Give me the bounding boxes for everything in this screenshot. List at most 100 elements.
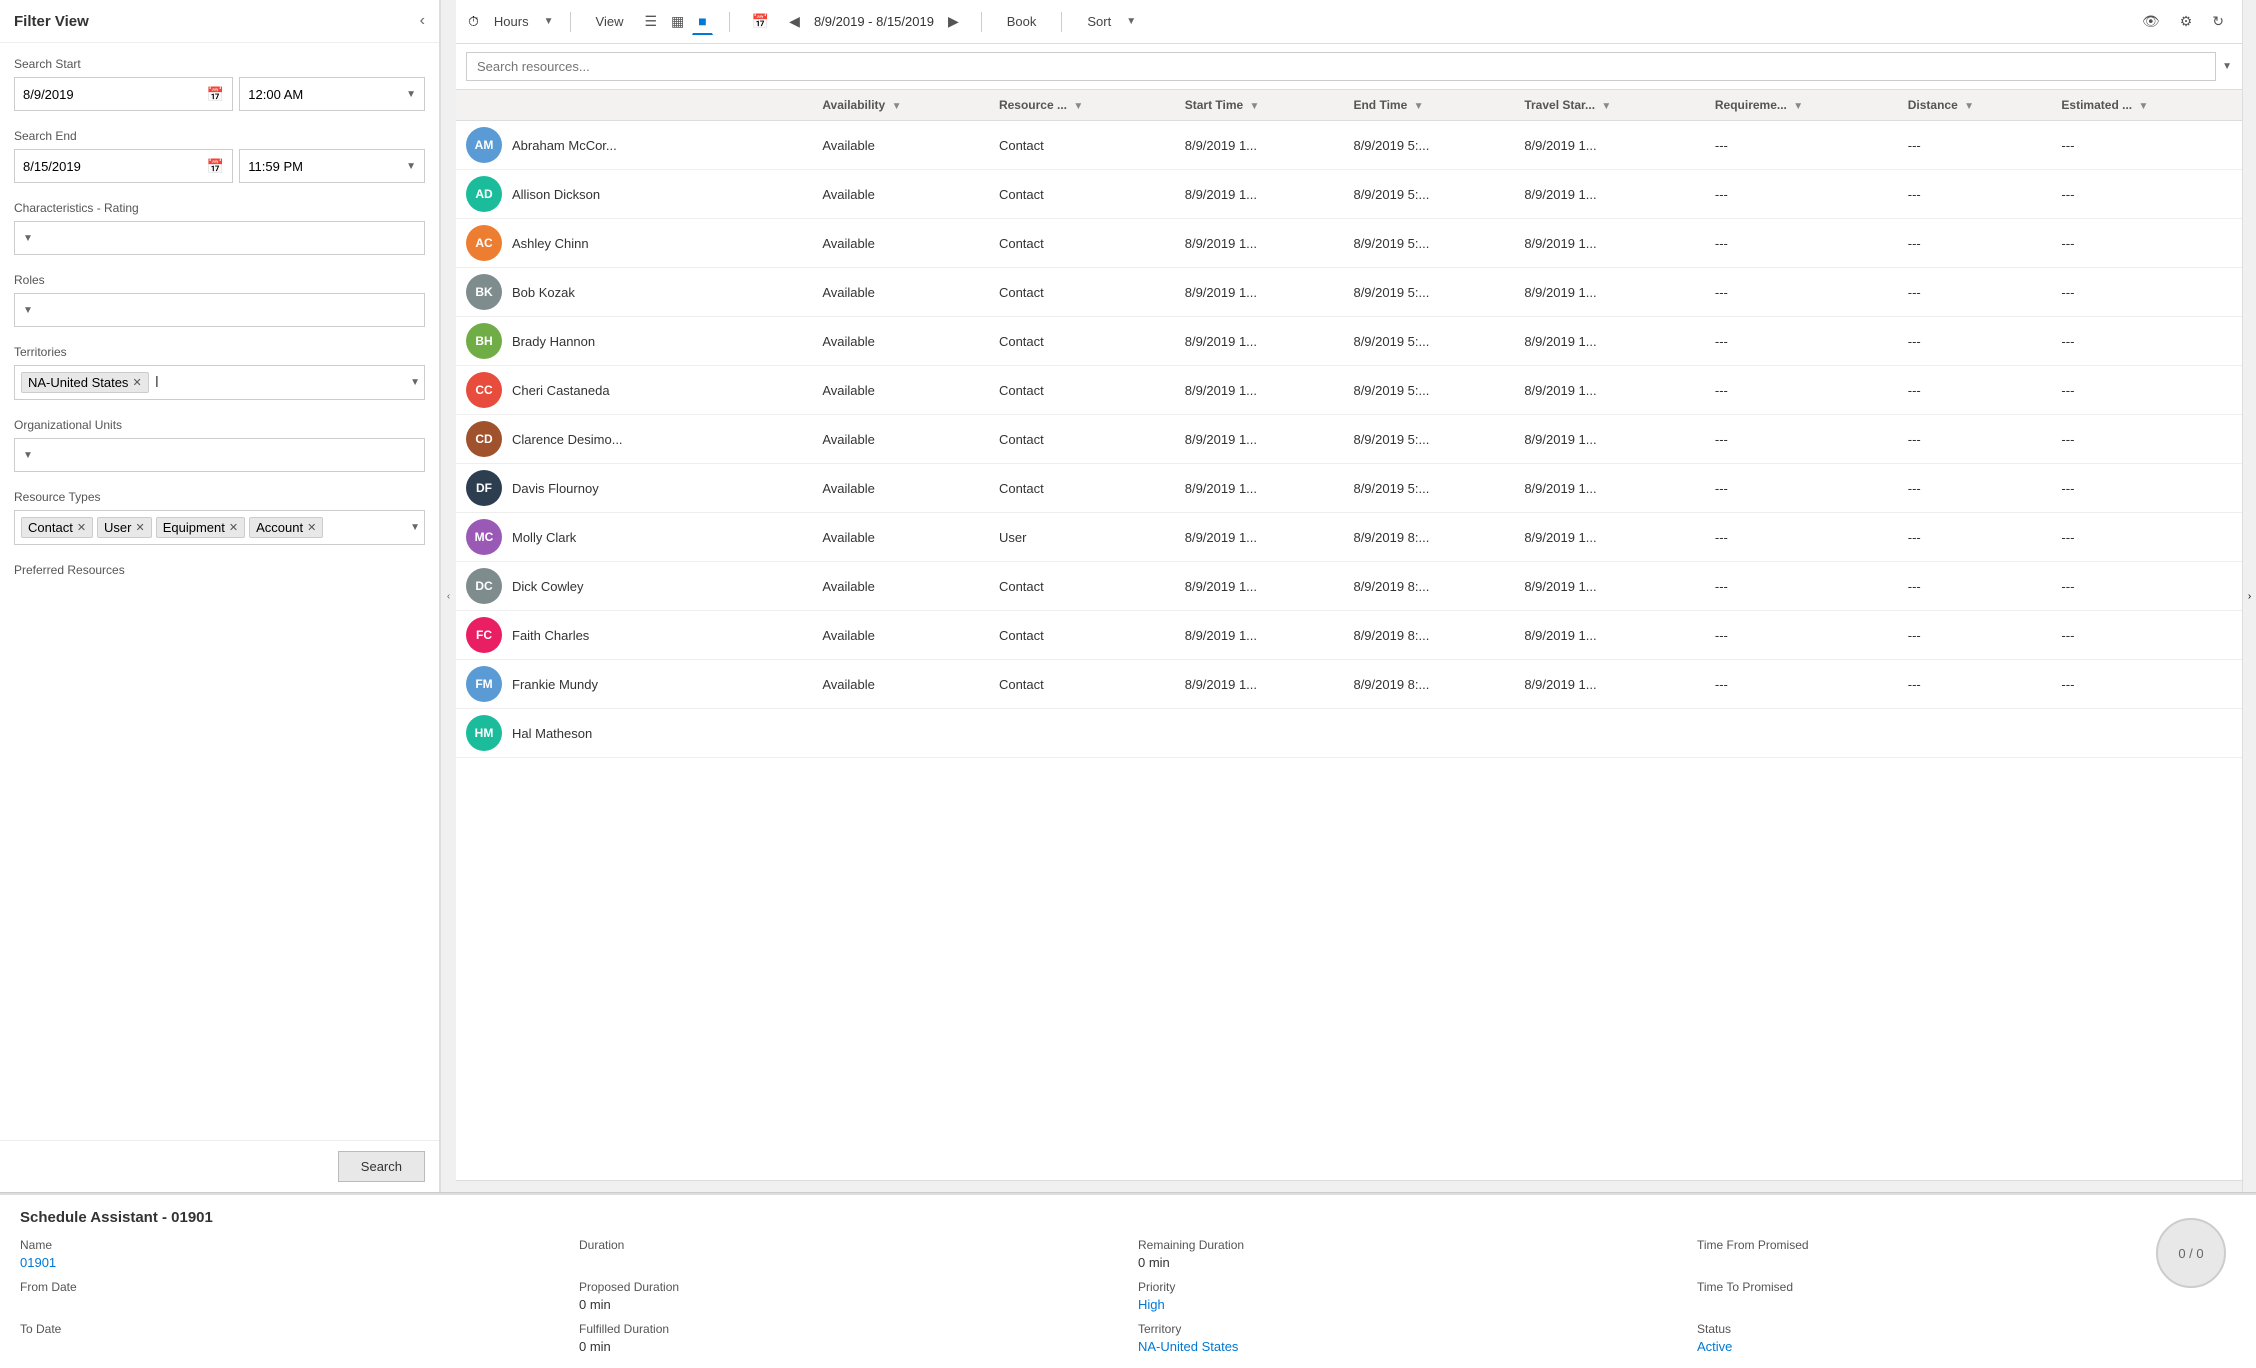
territory-tag-close[interactable]: ✕ [132, 376, 141, 389]
cell-distance-7: --- [1898, 464, 2052, 513]
rt-account-close[interactable]: ✕ [307, 521, 316, 534]
resource-type-tag-user: User ✕ [97, 517, 152, 538]
col-header-estimated[interactable]: Estimated ... ▼ [2051, 90, 2242, 121]
time-dropdown-end[interactable]: ▼ [406, 161, 416, 172]
cell-availability-1: Available [812, 170, 989, 219]
search-button[interactable]: Search [338, 1151, 425, 1182]
cell-estimated-4: --- [2051, 317, 2242, 366]
cell-travel-start-12 [1514, 709, 1705, 758]
sep1 [570, 12, 571, 32]
search-end-time[interactable]: 11:59 PM ▼ [239, 149, 425, 183]
rt-equipment-close[interactable]: ✕ [229, 521, 238, 534]
list-view-icon[interactable]: ☰ [638, 8, 663, 35]
col-header-distance[interactable]: Distance ▼ [1898, 90, 2052, 121]
resource-name-5: Cheri Castaneda [512, 383, 610, 398]
resource-types-input[interactable]: Contact ✕ User ✕ Equipment ✕ Account [14, 510, 425, 545]
search-end-date[interactable]: 8/15/2019 📅 [14, 149, 233, 183]
settings-icon[interactable]: ⚙ [2174, 11, 2199, 32]
cell-name-12: HM Hal Matheson [456, 709, 812, 758]
table-row[interactable]: DF Davis Flournoy Available Contact 8/9/… [456, 464, 2242, 513]
book-button[interactable]: Book [998, 9, 1046, 34]
resource-name-2: Ashley Chinn [512, 236, 589, 251]
time-dropdown-start[interactable]: ▼ [406, 89, 416, 100]
filter-footer: Search [0, 1140, 439, 1192]
table-row[interactable]: BK Bob Kozak Available Contact 8/9/2019 … [456, 268, 2242, 317]
table-row[interactable]: AM Abraham McCor... Available Contact 8/… [456, 121, 2242, 170]
hours-dropdown-arrow[interactable]: ▼ [544, 16, 554, 27]
cell-availability-12 [812, 709, 989, 758]
resource-name-11: Frankie Mundy [512, 677, 598, 692]
org-units-arrow[interactable]: ▼ [23, 450, 33, 461]
table-row[interactable]: FC Faith Charles Available Contact 8/9/2… [456, 611, 2242, 660]
table-row[interactable]: HM Hal Matheson [456, 709, 2242, 758]
roles-arrow[interactable]: ▼ [23, 305, 33, 316]
search-start-date[interactable]: 8/9/2019 📅 [14, 77, 233, 111]
territories-label: Territories [14, 345, 425, 359]
filter-title: Filter View [14, 13, 89, 30]
territories-input[interactable]: NA-United States ✕ I ▼ [14, 365, 425, 400]
resource-types-arrow[interactable]: ▼ [410, 522, 420, 533]
rt-contact-close[interactable]: ✕ [77, 521, 86, 534]
search-dropdown-arrow[interactable]: ▼ [2222, 61, 2232, 72]
table-row[interactable]: AD Allison Dickson Available Contact 8/9… [456, 170, 2242, 219]
org-units-input[interactable]: ▼ [14, 438, 425, 472]
table-row[interactable]: CC Cheri Castaneda Available Contact 8/9… [456, 366, 2242, 415]
dist-sort-icon: ▼ [1964, 101, 1974, 112]
horizontal-scrollbar[interactable] [456, 1180, 2242, 1192]
characteristics-label: Characteristics - Rating [14, 201, 425, 215]
territory-value[interactable]: NA-United States [1138, 1339, 1677, 1354]
right-panel-handle[interactable]: › [2242, 0, 2256, 1192]
chart-view-icon[interactable]: ▦ [665, 8, 690, 35]
cell-availability-10: Available [812, 611, 989, 660]
resource-type-tag-equipment: Equipment ✕ [156, 517, 245, 538]
col-header-travel-start[interactable]: Travel Star... ▼ [1514, 90, 1705, 121]
sort-group: Sort ▼ [1078, 9, 1136, 34]
name-value[interactable]: 01901 [20, 1255, 559, 1270]
cell-requirements-3: --- [1705, 268, 1898, 317]
table-row[interactable]: AC Ashley Chinn Available Contact 8/9/20… [456, 219, 2242, 268]
search-resources-input[interactable] [466, 52, 2216, 81]
cell-distance-6: --- [1898, 415, 2052, 464]
cell-requirements-6: --- [1705, 415, 1898, 464]
hours-button[interactable]: Hours [485, 9, 538, 34]
search-start-time[interactable]: 12:00 AM ▼ [239, 77, 425, 111]
sort-dropdown-arrow[interactable]: ▼ [1126, 16, 1136, 27]
col-header-end-time[interactable]: End Time ▼ [1343, 90, 1514, 121]
table-row[interactable]: CD Clarence Desimo... Available Contact … [456, 415, 2242, 464]
status-value[interactable]: Active [1697, 1339, 2236, 1354]
territories-arrow[interactable]: ▼ [410, 377, 420, 388]
table-row[interactable]: DC Dick Cowley Available Contact 8/9/201… [456, 562, 2242, 611]
col-header-resource-type[interactable]: Resource ... ▼ [989, 90, 1175, 121]
next-date-button[interactable]: ▶ [942, 11, 965, 32]
roles-input[interactable]: ▼ [14, 293, 425, 327]
characteristics-input[interactable]: ▼ [14, 221, 425, 255]
calendar-icon-start[interactable]: 📅 [207, 86, 224, 103]
calendar-icon-end[interactable]: 📅 [207, 158, 224, 175]
characteristics-arrow[interactable]: ▼ [23, 233, 33, 244]
refresh-icon[interactable]: ↻ [2206, 11, 2230, 32]
sort-button[interactable]: Sort [1078, 9, 1120, 34]
table-row[interactable]: BH Brady Hannon Available Contact 8/9/20… [456, 317, 2242, 366]
cal-icon-toolbar[interactable]: 📅 [746, 11, 775, 32]
table-row[interactable]: MC Molly Clark Available User 8/9/2019 1… [456, 513, 2242, 562]
col-header-availability[interactable]: Availability ▼ [812, 90, 989, 121]
info-to-date: To Date [20, 1322, 559, 1354]
priority-value[interactable]: High [1138, 1297, 1677, 1312]
rt-user-close[interactable]: ✕ [135, 521, 144, 534]
grid-view-icon[interactable]: ■ [692, 8, 712, 35]
col-header-start-time[interactable]: Start Time ▼ [1175, 90, 1344, 121]
filter-panel-handle[interactable]: ‹ [440, 0, 456, 1192]
col-header-name[interactable] [456, 90, 812, 121]
cell-estimated-2: --- [2051, 219, 2242, 268]
cell-resource-type-4: Contact [989, 317, 1175, 366]
cell-start-time-0: 8/9/2019 1... [1175, 121, 1344, 170]
territory-tag-label: NA-United States [28, 375, 128, 390]
view-button[interactable]: View [587, 9, 633, 34]
col-header-requirements[interactable]: Requireme... ▼ [1705, 90, 1898, 121]
cell-name-7: DF Davis Flournoy [456, 464, 812, 513]
date-nav: 📅 ◀ 8/9/2019 - 8/15/2019 ▶ [746, 11, 965, 32]
filter-toggle-icon[interactable]: ‹ [420, 12, 425, 30]
prev-date-button[interactable]: ◀ [783, 11, 806, 32]
table-row[interactable]: FM Frankie Mundy Available Contact 8/9/2… [456, 660, 2242, 709]
eye-icon[interactable]: 👁 [2136, 11, 2166, 32]
